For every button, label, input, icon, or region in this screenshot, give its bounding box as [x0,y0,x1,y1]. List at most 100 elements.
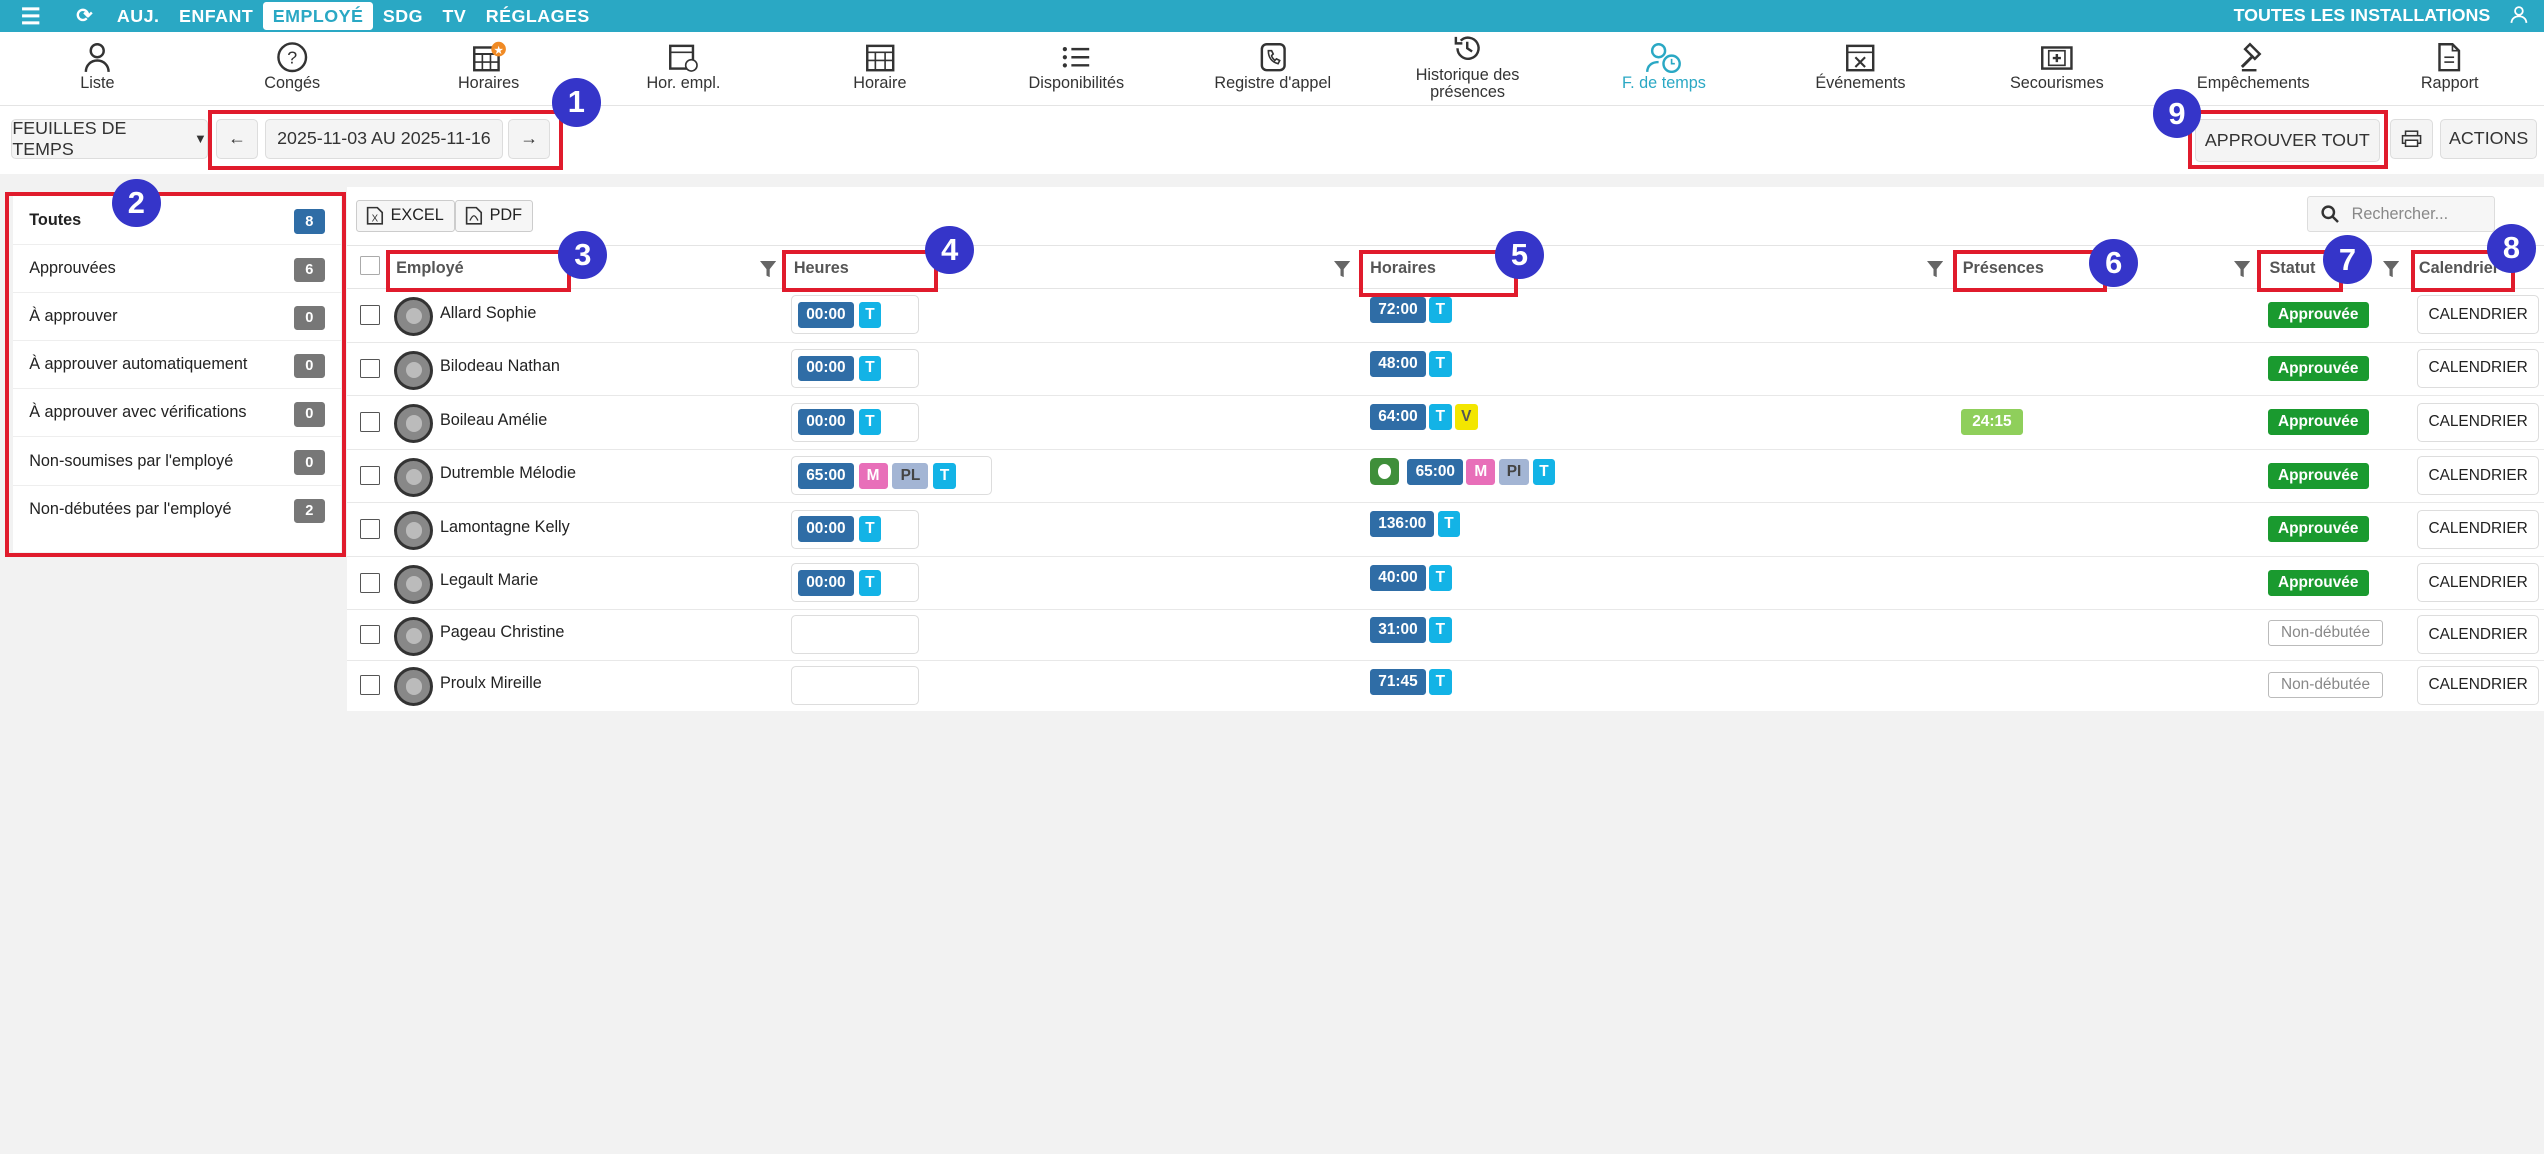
avatar [394,616,434,656]
employee-name[interactable]: Legault Marie [440,571,538,590]
employee-name[interactable]: Lamontagne Kelly [440,518,570,537]
row-checkbox[interactable] [360,465,380,486]
tag-t: T [858,569,882,596]
calendar-button[interactable]: CALENDRIER [2417,349,2539,388]
refresh-icon[interactable]: ⟳ [62,4,107,28]
row-checkbox[interactable] [360,625,380,645]
employee-name[interactable]: Proulx Mireille [440,674,542,693]
module-hor-empl[interactable]: Hor. empl. [594,32,773,105]
schedule-cell[interactable]: 64:00 T V [1370,404,1478,431]
search-input[interactable]: Rechercher... [2306,196,2496,233]
module-evenements[interactable]: Événements [1771,32,1950,105]
tab-reglages[interactable]: RÉGLAGES [476,2,600,29]
employee-name[interactable]: Bilodeau Nathan [440,357,560,376]
schedule-cell[interactable]: 71:45 T [1370,668,1452,695]
hours-cell-empty[interactable] [790,665,919,705]
hours-cell[interactable]: 65:00 M PL T [790,456,992,496]
schedule-cell[interactable]: 48:00 T [1370,350,1452,377]
actions-button[interactable]: ACTIONS [2439,118,2538,160]
row-checkbox[interactable] [360,358,380,379]
status-badge: Approuvée [2267,355,2369,382]
callout-9: 9 [2152,89,2202,138]
tab-auj[interactable]: AUJ. [107,2,169,29]
filter-funnel-icon[interactable] [2383,260,2400,277]
row-checkbox[interactable] [360,675,380,695]
module-secourismes[interactable]: Secourismes [1968,32,2147,105]
calendar-button[interactable]: CALENDRIER [2417,295,2539,335]
callout-8: 8 [2487,224,2536,273]
calendar-person-icon [669,44,699,72]
module-disponibilites[interactable]: Disponibilités [987,32,1166,105]
filter-funnel-icon[interactable] [1926,260,1944,277]
schedule-cell[interactable]: 40:00 T [1370,564,1452,591]
module-historique-presences[interactable]: Historique des présences [1378,32,1557,105]
presence-chip[interactable]: 24:15 [1961,409,2023,436]
module-rapport[interactable]: Rapport [2360,32,2539,105]
module-registre-appel[interactable]: Registre d'appel [1183,32,1362,105]
calendar-button[interactable]: CALENDRIER [2417,402,2539,442]
calendar-button[interactable]: CALENDRIER [2417,456,2539,496]
filter-funnel-icon[interactable] [759,260,776,277]
calendar-button[interactable]: CALENDRIER [2417,665,2539,705]
caret-down-icon: ▼ [193,131,207,147]
module-horaires[interactable]: ★ Horaires [399,32,578,105]
tag-t: T [1532,458,1556,485]
tag-v: V [1454,404,1478,431]
employee-name[interactable]: Allard Sophie [440,304,536,323]
status-badge: Approuvée [2267,301,2369,328]
sheet-type-select[interactable]: FEUILLES DE TEMPS ▼ [11,118,208,160]
filter-funnel-icon[interactable] [2233,260,2251,277]
hours-cell[interactable]: 00:00 T [790,349,919,388]
highlight-employee-column [386,250,572,293]
hours-cell-empty[interactable] [790,615,919,655]
filter-funnel-icon[interactable] [1334,260,1351,277]
schedule-cell[interactable]: 31:00 T [1370,616,1452,643]
highlight-schedules-column [1358,250,1518,298]
module-horaire[interactable]: Horaire [791,32,970,105]
excel-export-button[interactable]: X EXCEL [355,199,455,233]
hours-cell[interactable]: 00:00 T [790,563,919,603]
pdf-export-button[interactable]: PDF [454,199,533,233]
employee-name[interactable]: Boileau Amélie [440,411,547,430]
calendar-button[interactable]: CALENDRIER [2417,509,2539,549]
calendar-button[interactable]: CALENDRIER [2417,563,2539,603]
tag-m: M [1466,458,1496,485]
top-nav-bar: ☰ ⟳ AUJ. ENFANT EMPLOYÉ SDG TV RÉGLAGES … [0,0,2544,33]
row-checkbox[interactable] [360,305,380,325]
row-checkbox[interactable] [360,412,380,432]
tab-sdg[interactable]: SDG [373,2,433,29]
print-button[interactable] [2389,118,2434,160]
module-label: Horaires [457,73,520,92]
avatar [394,511,434,551]
select-all-checkbox[interactable] [360,255,380,276]
employee-name[interactable]: Dutremble Mélodie [440,464,576,483]
history-icon [1454,36,1481,61]
calendar-button[interactable]: CALENDRIER [2417,615,2539,655]
schedule-cell[interactable]: 65:00 M PI T [1370,457,1556,486]
table-row: Pageau Christine 31:00 T Non-débutée CAL… [347,610,2544,661]
tab-employe[interactable]: EMPLOYÉ [262,2,374,30]
schedule-cell[interactable]: 72:00 T [1370,297,1452,324]
tab-enfant[interactable]: ENFANT [169,2,263,29]
module-f-de-temps[interactable]: F. de temps [1575,32,1754,105]
avatar [394,667,434,707]
avatar [394,457,434,497]
hours-cell[interactable]: 00:00 T [790,402,919,442]
status-badge: Non-débutée [2267,620,2384,647]
hours-cell[interactable]: 00:00 T [790,295,919,335]
row-checkbox[interactable] [360,573,380,593]
module-conges[interactable]: ? Congés [203,32,382,105]
user-icon[interactable] [2510,5,2528,29]
module-label: Congés [264,73,321,92]
module-liste[interactable]: Liste [8,32,187,105]
calendar-grid-icon: ★ [472,41,506,71]
tab-tv[interactable]: TV [433,2,476,29]
menu-icon[interactable]: ☰ [0,3,62,30]
hours-cell[interactable]: 00:00 T [790,509,919,549]
schedule-chip: 136:00 [1370,511,1435,538]
row-checkbox[interactable] [360,519,380,539]
schedule-cell[interactable]: 136:00 T [1370,511,1461,538]
installations-selector[interactable]: TOUTES LES INSTALLATIONS [2234,5,2491,29]
callout-2: 2 [112,178,161,228]
employee-name[interactable]: Pageau Christine [440,623,564,642]
